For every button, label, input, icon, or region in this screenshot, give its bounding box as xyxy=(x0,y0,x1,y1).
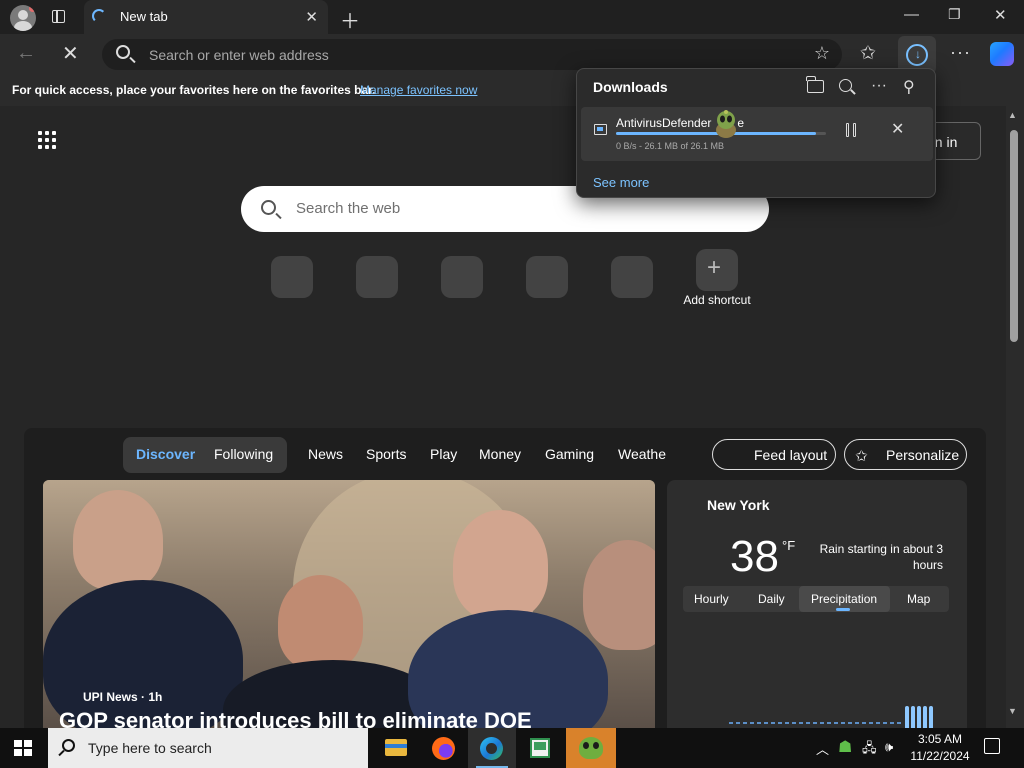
weather-tab-map[interactable]: Map xyxy=(907,592,930,606)
hero-news-card[interactable]: UPI News · 1h GOP senator introduces bil… xyxy=(43,480,655,728)
personalize-label: Personalize xyxy=(886,447,960,463)
search-icon xyxy=(116,45,130,59)
tab-discover[interactable]: Discover xyxy=(136,446,195,462)
search-icon xyxy=(62,739,75,752)
file-icon xyxy=(594,124,607,135)
taskbar-search[interactable]: Type here to search xyxy=(48,728,368,768)
downloads-flyout: Downloads ··· ⚲ AntivirusDefender e 0 B/s… xyxy=(576,68,936,198)
favorite-star-icon[interactable]: ☆ xyxy=(814,43,830,64)
restore-button[interactable]: ❐ xyxy=(948,6,961,23)
alien-tray-icon[interactable]: ☗ xyxy=(838,737,852,757)
weather-unit: °F xyxy=(782,538,796,553)
see-more-link[interactable]: See more xyxy=(593,175,649,190)
clock-date: 11/22/2024 xyxy=(910,749,970,763)
feed-nav-sports[interactable]: Sports xyxy=(366,446,406,462)
feed-nav-weather[interactable]: Weathe xyxy=(618,446,666,462)
quick-link-tile[interactable] xyxy=(611,256,653,298)
downloads-title: Downloads xyxy=(593,79,668,95)
document-app-icon[interactable] xyxy=(516,728,564,768)
app-launcher-icon[interactable] xyxy=(38,131,58,151)
feed-nav-news[interactable]: News xyxy=(308,446,343,462)
weather-city: New York xyxy=(707,497,770,513)
cancel-download-icon[interactable]: ✕ xyxy=(891,119,904,139)
weather-condition: Rain starting in about 3 hours xyxy=(819,542,943,572)
more-options-icon[interactable]: ··· xyxy=(871,77,887,95)
news-photo xyxy=(73,490,163,590)
feed-nav-gaming[interactable]: Gaming xyxy=(545,446,594,462)
back-button[interactable]: ← xyxy=(16,42,36,65)
quick-link-tile[interactable] xyxy=(526,256,568,298)
taskbar-search-placeholder: Type here to search xyxy=(88,740,212,756)
pause-icon[interactable] xyxy=(846,123,858,137)
scroll-up-arrow-icon[interactable]: ▲ xyxy=(1008,110,1017,120)
weather-tab-precipitation[interactable]: Precipitation xyxy=(811,592,877,606)
add-shortcut-label: Add shortcut xyxy=(683,293,751,307)
copilot-icon[interactable] xyxy=(990,42,1014,66)
edge-icon[interactable] xyxy=(468,728,516,768)
web-search-placeholder: Search the web xyxy=(296,200,401,217)
screen: New tab ✕ ＋ — ❐ ✕ ← ✕ Search or enter we… xyxy=(0,0,1024,768)
favorites-button[interactable]: ✩ xyxy=(860,42,876,65)
alien-taskbar-icon[interactable] xyxy=(566,728,616,768)
address-bar[interactable]: Search or enter web address ☆ xyxy=(102,39,842,70)
precipitation-chart-baseline xyxy=(729,722,904,724)
network-icon[interactable]: 🖧 xyxy=(862,739,877,761)
file-explorer-icon[interactable] xyxy=(372,728,420,768)
title-bar: New tab ✕ ＋ — ❐ ✕ xyxy=(0,0,1024,34)
minimize-button[interactable]: — xyxy=(904,6,919,23)
new-tab-button[interactable]: ＋ xyxy=(340,5,360,34)
address-placeholder: Search or enter web address xyxy=(149,47,329,63)
taskbar-clock[interactable]: 3:05 AM 11/22/2024 xyxy=(908,731,972,765)
weather-tab-hourly[interactable]: Hourly xyxy=(694,592,729,606)
close-tab-icon[interactable]: ✕ xyxy=(305,8,318,26)
tab-actions-icon[interactable] xyxy=(50,8,68,26)
scroll-down-arrow-icon[interactable]: ▼ xyxy=(1008,706,1017,716)
feed-nav-play[interactable]: Play xyxy=(430,446,457,462)
stop-loading-button[interactable]: ✕ xyxy=(62,41,79,66)
quick-link-tile[interactable] xyxy=(356,256,398,298)
favorites-bar-message: For quick access, place your favorites h… xyxy=(12,83,376,97)
search-icon xyxy=(261,200,276,215)
show-hidden-icons-icon[interactable]: ︿ xyxy=(816,739,829,758)
notifications-icon[interactable] xyxy=(984,738,1000,754)
tab-title: New tab xyxy=(120,9,168,24)
windows-start-icon[interactable] xyxy=(14,740,32,756)
weather-tab-daily[interactable]: Daily xyxy=(758,592,785,606)
close-window-button[interactable]: ✕ xyxy=(994,6,1007,24)
clock-time: 3:05 AM xyxy=(917,732,963,746)
add-shortcut-button[interactable]: + xyxy=(696,249,738,291)
personalize-icon: ✩ xyxy=(855,448,868,465)
news-headline[interactable]: GOP senator introduces bill to eliminate… xyxy=(59,708,532,728)
loading-spinner-icon xyxy=(92,9,106,23)
tab-following[interactable]: Following xyxy=(214,446,273,462)
plus-icon: + xyxy=(707,254,722,281)
firefox-icon[interactable] xyxy=(420,728,468,768)
download-item[interactable]: AntivirusDefender e 0 B/s - 26.1 MB of 26… xyxy=(581,107,933,161)
alien-app-icon xyxy=(716,110,736,138)
quick-link-tile[interactable] xyxy=(271,256,313,298)
weather-tabs: Hourly Daily Precipitation Map xyxy=(683,586,949,612)
feed-nav-money[interactable]: Money xyxy=(479,446,521,462)
feed-layout-label: Feed layout xyxy=(754,447,828,463)
volume-icon[interactable]: 🕪 xyxy=(885,739,893,755)
profile-avatar[interactable] xyxy=(10,5,36,31)
feed-layout-button[interactable]: Feed layout xyxy=(712,439,836,470)
search-downloads-icon[interactable] xyxy=(839,79,852,92)
manage-favorites-link[interactable]: Manage favorites now xyxy=(360,83,477,97)
weather-temperature: 38 xyxy=(730,532,779,581)
open-folder-icon[interactable] xyxy=(806,76,824,93)
scrollbar-thumb[interactable] xyxy=(1010,130,1018,342)
personalize-button[interactable]: ✩ Personalize xyxy=(844,439,967,470)
pin-icon[interactable]: ⚲ xyxy=(903,77,915,97)
quick-link-tile[interactable] xyxy=(441,256,483,298)
download-status: 0 B/s - 26.1 MB of 26.1 MB xyxy=(616,141,725,151)
more-options-button[interactable]: ··· xyxy=(950,42,971,63)
news-source: UPI News · 1h xyxy=(83,690,163,704)
taskbar: Type here to search ︿ ☗ 🖧 🕪 3:05 AM 11/2… xyxy=(0,728,1024,768)
precipitation-bars xyxy=(905,702,935,728)
tab-new-tab[interactable]: New tab ✕ xyxy=(84,0,328,34)
weather-card[interactable]: New York 38 °F Rain starting in about 3 … xyxy=(667,480,967,728)
